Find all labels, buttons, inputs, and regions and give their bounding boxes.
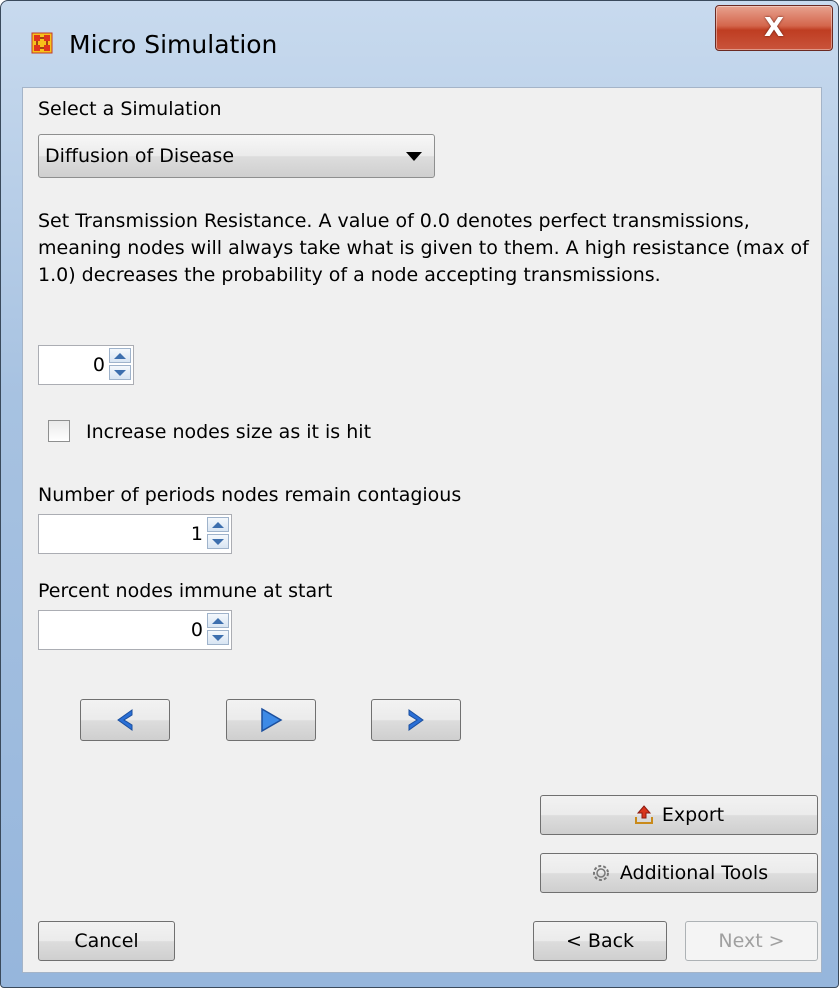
percent-immune-value[interactable]: 0 <box>191 619 203 641</box>
play-icon <box>261 707 283 733</box>
next-step-button[interactable] <box>371 699 461 741</box>
spinner-down-icon <box>212 634 224 641</box>
cancel-button[interactable]: Cancel <box>38 921 175 961</box>
increase-size-label: Increase nodes size as it is hit <box>86 421 372 443</box>
gear-icon <box>590 862 612 884</box>
dropdown-arrow-icon <box>406 152 422 161</box>
next-button[interactable]: Next > <box>685 921 818 961</box>
spinner-up-button[interactable] <box>109 348 131 363</box>
export-icon <box>634 805 654 825</box>
export-label: Export <box>661 804 725 826</box>
select-simulation-label: Select a Simulation <box>38 98 222 120</box>
window-title: Micro Simulation <box>69 30 278 59</box>
spinner-buttons <box>207 613 229 645</box>
next-label: Next > <box>718 930 785 952</box>
contagious-periods-spinner[interactable]: 1 <box>38 514 232 554</box>
dialog-content: Select a Simulation Diffusion of Disease… <box>22 87 822 973</box>
play-button[interactable] <box>226 699 316 741</box>
spinner-up-icon <box>114 352 126 359</box>
spinner-buttons <box>109 348 131 380</box>
transmission-resistance-spinner[interactable]: 0 <box>38 345 134 385</box>
previous-icon <box>117 709 133 731</box>
spinner-up-icon <box>212 521 224 528</box>
contagious-periods-label: Number of periods nodes remain contagiou… <box>38 484 462 506</box>
close-icon: X <box>763 13 785 43</box>
spinner-buttons <box>207 517 229 549</box>
additional-tools-label: Additional Tools <box>619 862 769 884</box>
simulation-dropdown-value: Diffusion of Disease <box>45 145 235 167</box>
back-button[interactable]: < Back <box>533 921 667 961</box>
next-step-icon <box>408 709 424 731</box>
spinner-up-button[interactable] <box>207 517 229 532</box>
percent-immune-label: Percent nodes immune at start <box>38 580 333 602</box>
spinner-down-button[interactable] <box>109 365 131 380</box>
cancel-label: Cancel <box>74 930 139 952</box>
spinner-up-icon <box>212 617 224 624</box>
micro-simulation-window: Micro Simulation X Select a Simulation D… <box>0 0 839 988</box>
back-label: < Back <box>565 930 635 952</box>
spinner-up-button[interactable] <box>207 613 229 628</box>
spinner-down-icon <box>114 369 126 376</box>
percent-immune-spinner[interactable]: 0 <box>38 610 232 650</box>
contagious-periods-value[interactable]: 1 <box>191 523 203 545</box>
spinner-down-icon <box>212 538 224 545</box>
transmission-resistance-description: Set Transmission Resistance. A value of … <box>38 210 809 286</box>
spinner-down-button[interactable] <box>207 630 229 645</box>
app-icon <box>31 32 53 54</box>
spinner-down-button[interactable] <box>207 534 229 549</box>
previous-step-button[interactable] <box>80 699 170 741</box>
simulation-dropdown[interactable]: Diffusion of Disease <box>38 134 435 178</box>
increase-size-checkbox[interactable] <box>48 420 70 442</box>
export-button[interactable]: Export <box>540 795 818 835</box>
close-button[interactable]: X <box>715 5 833 51</box>
additional-tools-button[interactable]: Additional Tools <box>540 853 818 893</box>
transmission-resistance-value[interactable]: 0 <box>93 354 105 376</box>
title-bar[interactable]: Micro Simulation X <box>1 1 838 87</box>
